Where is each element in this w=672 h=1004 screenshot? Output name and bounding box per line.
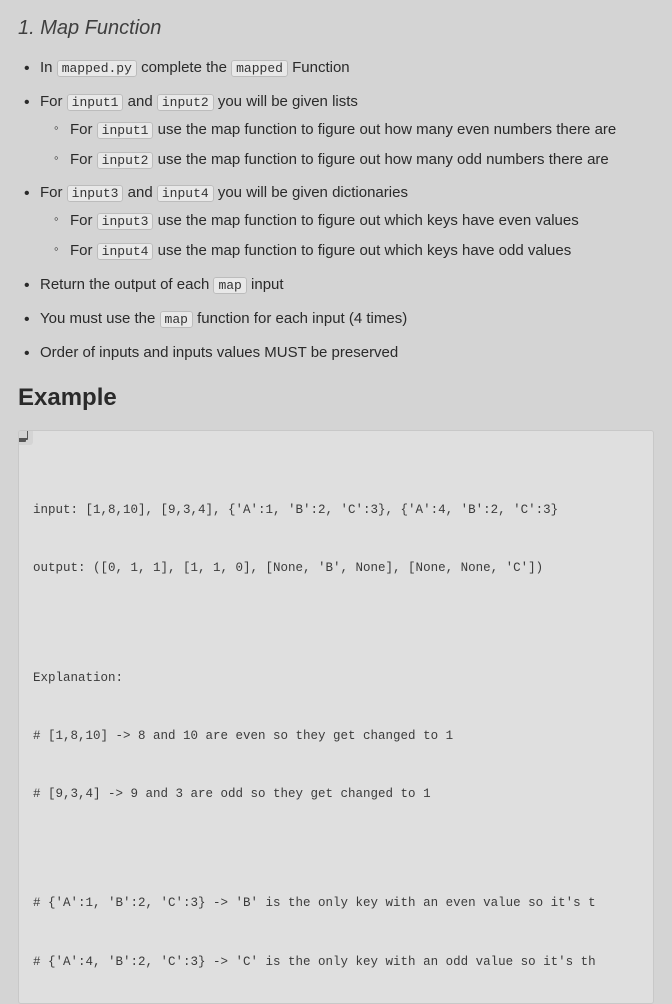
text: and [123, 184, 156, 201]
inline-code: input1 [67, 94, 124, 111]
inline-code: mapped [231, 60, 288, 77]
inline-code: input3 [67, 185, 124, 202]
code-line: # [1,8,10] -> 8 and 10 are even so they … [33, 727, 639, 746]
inline-code: input2 [97, 152, 154, 169]
inline-code: input1 [97, 122, 154, 139]
text: In [40, 59, 57, 76]
list-item: For input3 use the map function to figur… [40, 210, 654, 232]
text: Order of inputs and inputs values MUST b… [40, 344, 398, 361]
text: For [70, 242, 97, 259]
text: you will be given dictionaries [214, 184, 408, 201]
code-line: Explanation: [33, 669, 639, 688]
code-line: output: ([0, 1, 1], [1, 1, 0], [None, 'B… [33, 559, 639, 578]
text: use the map function to figure out how m… [153, 121, 616, 138]
example-heading: Example [18, 381, 654, 416]
list-item: In mapped.py complete the mapped Functio… [18, 57, 654, 79]
text: For [70, 151, 97, 168]
text: You must use the [40, 310, 160, 327]
inline-code: input3 [97, 213, 154, 230]
inline-code: map [213, 277, 246, 294]
list-item: For input4 use the map function to figur… [40, 240, 654, 262]
text: use the map function to figure out which… [153, 212, 578, 229]
text: input [247, 276, 284, 293]
text: complete the [137, 59, 231, 76]
section-heading: 1. Map Function [18, 14, 654, 43]
code-line: # {'A':4, 'B':2, 'C':3} -> 'C' is the on… [33, 953, 639, 972]
code-blank [33, 843, 639, 856]
list-item: Return the output of each map input [18, 274, 654, 296]
text: Function [288, 59, 350, 76]
inline-code: mapped.py [57, 60, 137, 77]
list-item: Order of inputs and inputs values MUST b… [18, 342, 654, 364]
text: function for each input (4 times) [193, 310, 407, 327]
list-item: For input1 use the map function to figur… [40, 119, 654, 141]
text: and [123, 93, 156, 110]
list-item: For input1 and input2 you will be given … [18, 91, 654, 171]
sub-list: For input1 use the map function to figur… [40, 119, 654, 171]
inline-code: input4 [97, 243, 154, 260]
clipboard-icon[interactable] [18, 430, 33, 445]
text: For [40, 93, 67, 110]
code-line: # {'A':1, 'B':2, 'C':3} -> 'B' is the on… [33, 894, 639, 913]
code-blank [33, 618, 639, 631]
text: Return the output of each [40, 276, 213, 293]
list-item: For input2 use the map function to figur… [40, 149, 654, 171]
inline-code: input2 [157, 94, 214, 111]
code-line: # [9,3,4] -> 9 and 3 are odd so they get… [33, 785, 639, 804]
text: For [70, 121, 97, 138]
text: use the map function to figure out how m… [153, 151, 608, 168]
text: you will be given lists [214, 93, 358, 110]
code-block: input: [1,8,10], [9,3,4], {'A':1, 'B':2,… [18, 430, 654, 1004]
inline-code: input4 [157, 185, 214, 202]
list-item: For input3 and input4 you will be given … [18, 182, 654, 262]
sub-list: For input3 use the map function to figur… [40, 210, 654, 262]
code-line: input: [1,8,10], [9,3,4], {'A':1, 'B':2,… [33, 501, 639, 520]
text: For [70, 212, 97, 229]
list-item: You must use the map function for each i… [18, 308, 654, 330]
text: use the map function to figure out which… [153, 242, 571, 259]
instruction-list: In mapped.py complete the mapped Functio… [18, 57, 654, 363]
text: For [40, 184, 67, 201]
inline-code: map [160, 311, 193, 328]
